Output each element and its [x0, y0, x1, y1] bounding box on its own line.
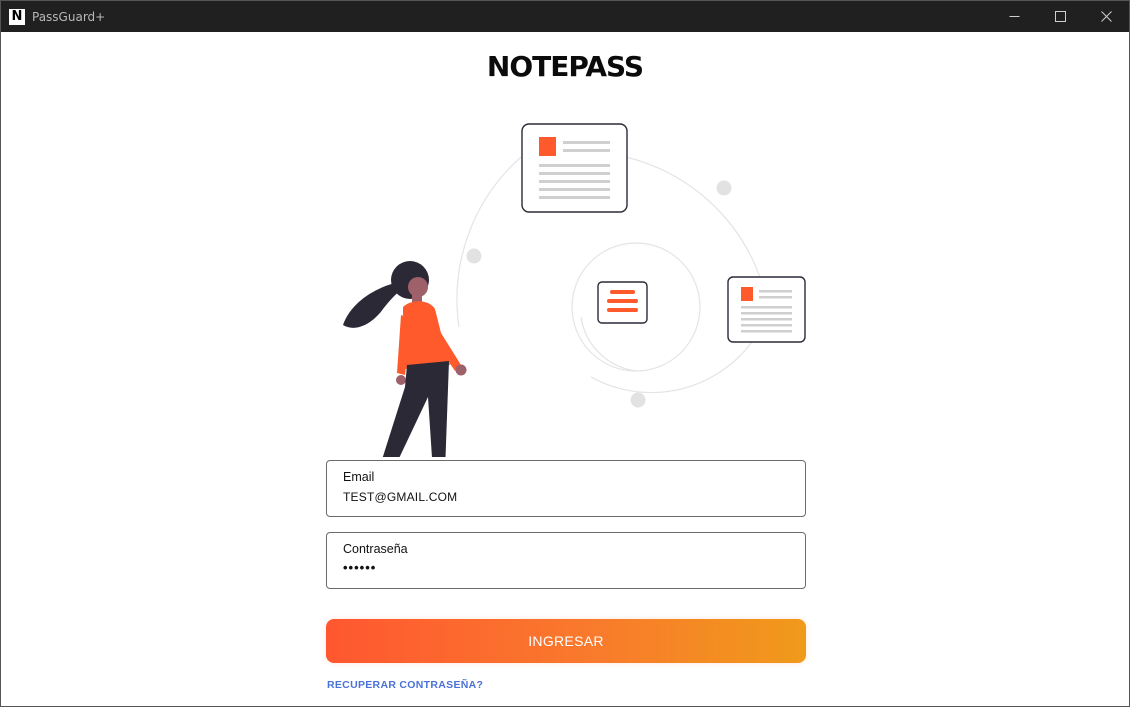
- email-input[interactable]: [343, 490, 783, 504]
- recover-password-link[interactable]: RECUPERAR CONTRASEÑA?: [327, 679, 483, 691]
- app-logo-icon: N: [9, 8, 25, 25]
- minimize-button[interactable]: [991, 1, 1037, 32]
- title-bar: N PassGuard+: [1, 1, 1129, 32]
- minimize-icon: [1009, 16, 1019, 17]
- window-title: PassGuard+: [32, 9, 106, 24]
- email-label: Email: [343, 470, 375, 484]
- document-card-icon: [521, 123, 628, 213]
- maximize-button[interactable]: [1037, 1, 1083, 32]
- window-controls: [991, 1, 1129, 32]
- login-button[interactable]: INGRESAR: [326, 619, 806, 663]
- close-button[interactable]: [1083, 1, 1129, 32]
- notepass-logo: NOTEPASS: [486, 50, 644, 83]
- document-card-icon-small: [727, 276, 806, 343]
- woman-figure: [343, 261, 467, 457]
- hero-illustration: [343, 123, 806, 457]
- close-icon: [1100, 11, 1112, 22]
- login-page: NOTEPASS Email TEST@GMAIL.COM Contraseña…: [1, 32, 1129, 706]
- password-field[interactable]: Contraseña ••••••: [326, 532, 806, 589]
- maximize-icon: [1054, 11, 1066, 22]
- password-input[interactable]: ••••••: [343, 560, 783, 575]
- app-window: N PassGuard+ NOTEPASS Email TEST@GMAIL.C…: [0, 0, 1130, 707]
- email-field[interactable]: Email: [326, 460, 806, 517]
- password-label: Contraseña: [343, 542, 408, 556]
- notes-card-icon: [597, 281, 648, 324]
